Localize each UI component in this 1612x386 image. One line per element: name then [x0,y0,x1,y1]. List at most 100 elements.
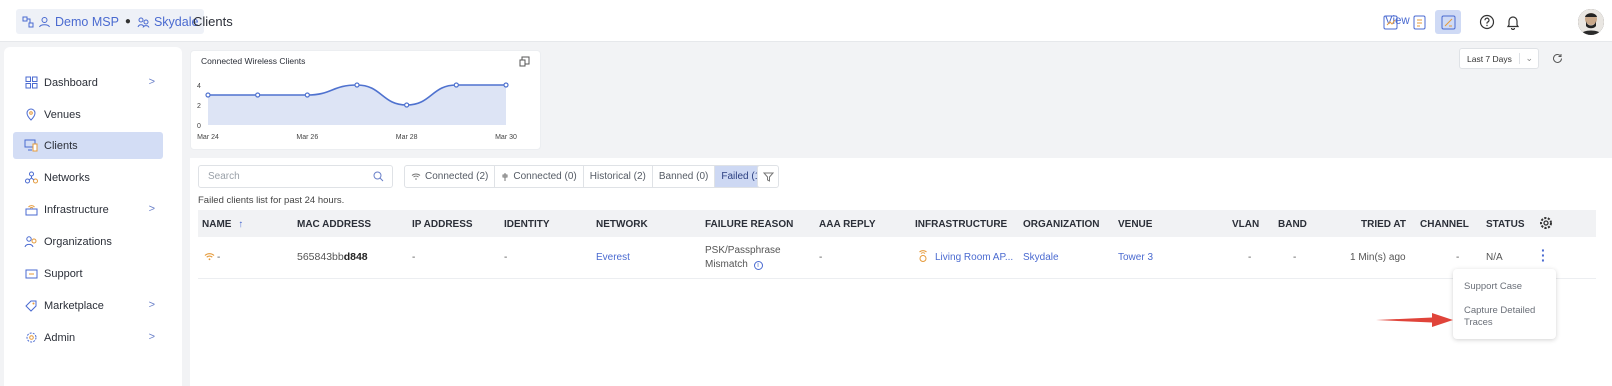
column-header-identity[interactable]: IDENTITY [504,219,550,230]
sidebar-item-label: Support [44,267,83,280]
sidebar-item-label: Infrastructure [44,203,109,216]
column-header-status[interactable]: STATUS [1486,219,1525,230]
search-input[interactable] [199,166,359,187]
tab-connected-wired[interactable]: Connected (0) [495,166,584,187]
clients-icon [24,139,38,153]
connected-clients-chart: 0 2 4 Mar 24 Mar 26 Mar 28 Mar 30 [197,82,517,141]
menu-item-support-case[interactable]: Support Case [1464,281,1522,293]
sidebar-item-networks[interactable]: Networks [13,164,163,191]
date-range-select[interactable]: Last 7 Days ⌄ [1459,48,1539,69]
column-header-infrastructure[interactable]: INFRASTRUCTURE [915,219,1007,230]
sidebar-item-support[interactable]: Support [13,260,163,287]
chart-point [304,92,310,98]
column-header-aaa-reply[interactable]: AAA REPLY [819,219,876,230]
column-header-ip[interactable]: IP ADDRESS [412,219,473,230]
sidebar-item-label: Organizations [44,235,112,248]
channel-value: - [1456,252,1460,263]
sidebar-item-label: Clients [44,139,78,152]
column-header-channel[interactable]: CHANNEL [1420,219,1469,230]
info-icon[interactable]: i [753,261,763,270]
row-actions-kebab-icon[interactable]: · · · [1541,243,1546,267]
sidebar-item-label: Networks [44,171,90,184]
organizations-icon [24,235,38,249]
status-value: N/A [1486,252,1503,263]
network-link[interactable]: Everest [596,252,630,263]
bell-icon[interactable] [1503,12,1523,32]
sidebar-item-organizations[interactable]: Organizations [13,228,163,255]
breadcrumb-separator: ● [124,16,131,27]
sidebar-item-admin[interactable]: Admin > [13,324,163,351]
client-name: - [217,252,221,263]
breadcrumb[interactable]: Demo MSP ● Skydale [16,9,205,34]
refresh-icon[interactable] [1552,53,1563,67]
infrastructure-icon [24,203,38,217]
wifi-icon [411,173,421,180]
column-header-band[interactable]: BAND [1278,219,1307,230]
chevron-right-icon: > [148,76,155,88]
view-dashboard-button[interactable] [1377,10,1403,34]
sidebar-item-label: Venues [44,108,81,121]
x-tick-label: Mar 28 [396,134,418,141]
column-settings-gear-icon[interactable] [1539,216,1553,233]
chevron-right-icon: > [148,299,155,311]
sort-ascending-icon: ↑ [238,219,244,230]
row-actions-menu: Support Case Capture Detailed Traces [1453,269,1556,339]
location-pin-icon [24,108,38,122]
expand-icon[interactable] [519,56,530,70]
page-title: Clients [193,14,233,29]
infrastructure-link[interactable]: Living Room AP... [935,252,1013,263]
column-header-network[interactable]: NETWORK [596,219,648,230]
tab-connected-wireless[interactable]: Connected (2) [405,166,496,187]
row-wifi-icon [204,252,215,264]
client-identity: - [504,252,508,263]
breadcrumb-org[interactable]: Demo MSP [55,15,119,29]
breadcrumb-tenant[interactable]: Skydale [154,15,198,29]
client-filter-tabs: Connected (2) Connected (0) Historical (… [404,165,771,188]
tab-historical[interactable]: Historical (2) [584,166,653,187]
avatar[interactable] [1578,9,1604,35]
venue-link[interactable]: Tower 3 [1118,252,1153,263]
help-icon[interactable] [1477,12,1497,32]
table-row[interactable]: - 565843bbd848 - - Everest PSK/Passphras… [198,237,1596,279]
search-box[interactable] [198,165,393,188]
sidebar-item-dashboard[interactable]: Dashboard > [13,69,163,96]
column-header-failure-reason[interactable]: FAILURE REASON [705,219,793,230]
y-tick-label: 0 [197,123,201,130]
client-mac: 565843bbd848 [297,251,368,263]
tried-at-value: 1 Min(s) ago [1350,252,1406,263]
filter-options-button[interactable] [757,165,779,188]
x-tick-label: Mar 30 [495,134,517,141]
aaa-reply: - [819,252,823,263]
marketplace-icon [24,299,38,313]
sidebar-item-marketplace[interactable]: Marketplace > [13,292,163,319]
support-icon [24,267,38,281]
view-table-button[interactable] [1435,10,1461,34]
tenant-icon [137,16,150,28]
chart-area [208,85,506,125]
view-list-icon [1413,15,1425,29]
sidebar-item-venues[interactable]: Venues [13,101,163,128]
column-header-tried-at[interactable]: TRIED AT [1361,219,1406,230]
column-header-organization[interactable]: ORGANIZATION [1023,219,1099,230]
client-ip: - [412,252,416,263]
sidebar-item-label: Dashboard [44,76,98,89]
tab-banned[interactable]: Banned (0) [653,166,716,187]
view-list-button[interactable] [1406,10,1432,34]
wired-icon [502,172,508,181]
sidebar-item-label: Admin [44,331,76,344]
y-tick-label: 2 [197,103,201,110]
column-header-vlan[interactable]: VLAN [1232,219,1259,230]
sidebar-item-infrastructure[interactable]: Infrastructure > [13,196,163,223]
column-header-venue[interactable]: VENUE [1118,219,1152,230]
sidebar-item-clients[interactable]: Clients [13,132,163,159]
red-arrow-annotation [1376,313,1453,327]
failure-reason: PSK/Passphrase Mismatch i [705,245,781,270]
chevron-down-icon: ⌄ [1519,53,1533,64]
column-header-mac[interactable]: MAC ADDRESS [297,219,371,230]
failed-clients-caption: Failed clients list for past 24 hours. [198,195,345,206]
gear-icon [24,331,38,345]
sidebar: Dashboard > Venues Clients Networks Infr… [4,47,182,386]
column-header-name[interactable]: NAME ↑ [202,219,243,230]
table-header: NAME ↑ MAC ADDRESS IP ADDRESS IDENTITY N… [198,210,1596,237]
organization-link[interactable]: Skydale [1023,252,1059,263]
